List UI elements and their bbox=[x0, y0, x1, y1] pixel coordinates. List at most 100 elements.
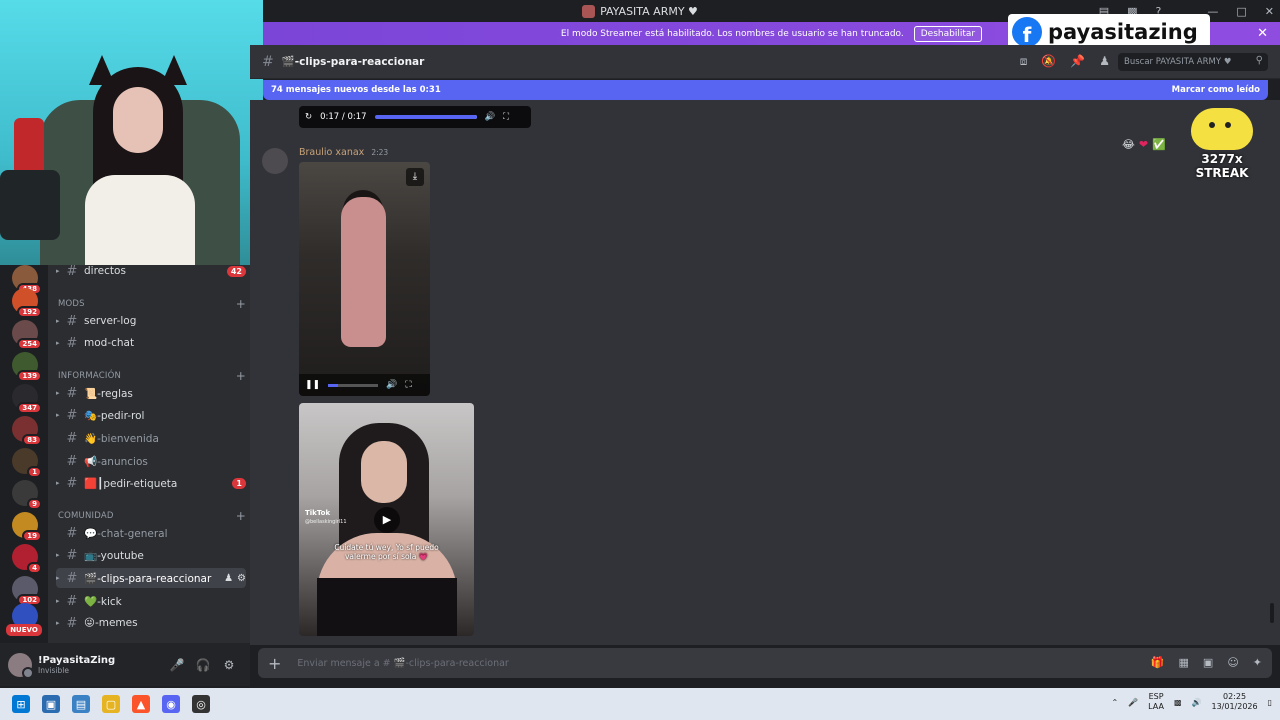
volume-icon[interactable]: 🔊 bbox=[1192, 698, 1202, 707]
obs-icon[interactable]: ◎ bbox=[192, 695, 210, 713]
message-composer[interactable]: + Enviar mensaje a # 🎬-clips-para-reacci… bbox=[258, 648, 1272, 678]
mark-read-button[interactable]: Marcar como leído bbox=[1172, 85, 1260, 95]
windows-start-icon[interactable]: ⊞ bbox=[12, 695, 30, 713]
server-icon[interactable]: 139 bbox=[12, 352, 42, 382]
emoji-reaction[interactable]: 😂 bbox=[1122, 138, 1135, 151]
gear-icon[interactable]: ⚙ bbox=[216, 658, 242, 672]
category-label: INFORMACIÓN bbox=[58, 371, 122, 381]
mention-badge: 42 bbox=[226, 265, 246, 277]
channel-item[interactable]: # 💬-chat-general bbox=[56, 523, 246, 543]
channel-item[interactable]: ▸ # mod-chat bbox=[56, 333, 246, 353]
channel-item[interactable]: ▸ # directos 42 bbox=[56, 265, 246, 281]
add-channel-icon[interactable]: + bbox=[236, 509, 246, 523]
task-view-icon[interactable]: ▣ bbox=[42, 695, 60, 713]
notification-icon[interactable]: ▯ bbox=[1268, 698, 1272, 707]
scrollbar[interactable] bbox=[1270, 603, 1274, 623]
maximize-button[interactable]: □ bbox=[1236, 5, 1246, 18]
gif-icon[interactable]: ▦ bbox=[1179, 656, 1189, 669]
avatar[interactable] bbox=[262, 148, 288, 174]
volume-icon[interactable]: 🔊 bbox=[386, 380, 397, 390]
video-attachment[interactable]: ⤓ ❚❚ 🔊 ⛶ bbox=[299, 162, 430, 396]
microphone-icon[interactable]: 🎤 bbox=[164, 658, 190, 672]
pause-icon[interactable]: ❚❚ bbox=[305, 380, 320, 390]
channel-item[interactable]: ▸ # 📜-reglas bbox=[56, 383, 246, 403]
headphones-icon[interactable]: 🎧 bbox=[190, 658, 216, 672]
user-panel: !PayasitaZing Invisible 🎤 🎧 ⚙ bbox=[0, 643, 250, 686]
fullscreen-icon[interactable]: ⛶ bbox=[405, 380, 411, 390]
file-explorer-icon[interactable]: ▢ bbox=[102, 695, 120, 713]
heart-reaction[interactable]: ❤ bbox=[1139, 138, 1148, 151]
notifications-icon[interactable]: 🔕 bbox=[1041, 54, 1056, 69]
gift-icon[interactable]: 🎁 bbox=[1151, 656, 1165, 669]
search-placeholder: Buscar PAYASITA ARMY ♥ bbox=[1124, 57, 1232, 67]
server-icon[interactable]: 1 bbox=[12, 448, 42, 478]
video-progress[interactable] bbox=[374, 115, 477, 119]
pin-icon[interactable]: 📌 bbox=[1070, 54, 1085, 69]
close-window-button[interactable]: ✕ bbox=[1265, 5, 1274, 18]
chevron-up-icon[interactable]: ⌃ bbox=[1111, 698, 1118, 707]
channel-item[interactable]: ▸ # 🟥┃pedir-etiqueta 1 bbox=[56, 473, 246, 493]
server-icon[interactable]: 9 bbox=[12, 480, 42, 510]
language-indicator[interactable]: ESP LAA bbox=[1148, 692, 1164, 712]
threads-icon[interactable]: ⧈ bbox=[1020, 54, 1028, 69]
author-name[interactable]: Braulio xanax bbox=[299, 147, 364, 158]
close-banner-icon[interactable]: ✕ bbox=[1257, 26, 1268, 41]
download-icon[interactable]: ⤓ bbox=[406, 168, 424, 186]
caret-icon: ▸ bbox=[56, 551, 60, 559]
channel-item[interactable]: ▸ # 📺-youtube bbox=[56, 545, 246, 565]
disable-streamer-button[interactable]: Deshabilitar bbox=[913, 25, 983, 42]
microphone-icon[interactable]: 🎤 bbox=[1128, 698, 1138, 707]
invite-icon[interactable]: ♟ bbox=[224, 573, 233, 584]
server-icon[interactable]: 4 bbox=[12, 544, 42, 574]
category-mods[interactable]: MODS + bbox=[58, 297, 246, 311]
play-button[interactable]: ▶ bbox=[374, 507, 400, 533]
window-icon[interactable]: ▤ bbox=[72, 695, 90, 713]
streak-overlay: 3277x STREAK bbox=[1176, 108, 1268, 180]
server-icon[interactable]: 102 bbox=[12, 576, 42, 606]
video-progress[interactable] bbox=[328, 383, 379, 387]
clock[interactable]: 02:25 13/01/2026 bbox=[1211, 692, 1257, 712]
hash-icon: # bbox=[66, 407, 78, 423]
server-badge: 19 bbox=[22, 530, 42, 542]
server-icon[interactable]: 19 bbox=[12, 512, 42, 542]
category-comunidad[interactable]: COMUNIDAD + bbox=[58, 509, 246, 523]
channel-item[interactable]: ▸ # 💚-kick bbox=[56, 591, 246, 611]
emoji-icon[interactable]: ☺ bbox=[1227, 656, 1238, 669]
replay-icon[interactable]: ↻ bbox=[305, 112, 312, 122]
channel-item-active[interactable]: ▸ # 🎬-clips-para-reaccionar ♟ ⚙ bbox=[56, 568, 246, 588]
hash-icon: # bbox=[66, 430, 78, 446]
server-icon[interactable]: 347 bbox=[12, 384, 42, 414]
channel-item[interactable]: # 📢-anuncios bbox=[56, 451, 246, 471]
video-attachment[interactable]: TikTok @bellaskingirl11 ▶ Cuídate tú wey… bbox=[299, 403, 474, 636]
network-icon[interactable]: ▩ bbox=[1174, 698, 1182, 707]
add-channel-icon[interactable]: + bbox=[236, 297, 246, 311]
add-attachment-icon[interactable]: + bbox=[268, 654, 281, 673]
channel-item[interactable]: # 👋-bienvenida bbox=[56, 428, 246, 448]
server-icon[interactable]: 83 bbox=[12, 416, 42, 446]
add-channel-icon[interactable]: + bbox=[236, 369, 246, 383]
fullscreen-icon[interactable]: ⛶ bbox=[503, 112, 509, 122]
server-icon[interactable]: 192 bbox=[12, 288, 42, 318]
gear-icon[interactable]: ⚙ bbox=[237, 573, 246, 584]
apps-icon[interactable]: ✦ bbox=[1253, 656, 1262, 669]
discord-icon[interactable]: ◉ bbox=[162, 695, 180, 713]
brave-browser-icon[interactable]: ▲ bbox=[132, 695, 150, 713]
new-messages-bar[interactable]: 74 mensajes nuevos desde las 0:31 Marcar… bbox=[263, 80, 1268, 100]
channel-label: 🎭-pedir-rol bbox=[84, 409, 145, 422]
channel-item[interactable]: ▸ # server-log bbox=[56, 311, 246, 331]
server-icon[interactable]: 254 bbox=[12, 320, 42, 350]
search-input[interactable]: Buscar PAYASITA ARMY ♥ ⚲ bbox=[1118, 53, 1268, 71]
sticker-icon[interactable]: ▣ bbox=[1203, 656, 1213, 669]
user-names[interactable]: !PayasitaZing Invisible bbox=[38, 655, 164, 675]
volume-icon[interactable]: 🔊 bbox=[485, 112, 496, 122]
channel-item[interactable]: ▸ # 🎭-pedir-rol bbox=[56, 405, 246, 425]
channel-item[interactable]: ▸ # 😜-memes bbox=[56, 613, 246, 633]
members-icon[interactable]: ♟ bbox=[1099, 54, 1110, 69]
server-badge: 4 bbox=[27, 562, 42, 574]
avatar[interactable] bbox=[8, 652, 34, 679]
new-servers-badge[interactable]: NUEVO bbox=[6, 624, 42, 636]
hash-icon: # bbox=[66, 547, 78, 563]
category-informacion[interactable]: INFORMACIÓN + bbox=[58, 369, 246, 383]
window-title-group: PAYASITA ARMY ♥ bbox=[582, 4, 698, 18]
check-reaction[interactable]: ✅ bbox=[1152, 138, 1166, 151]
